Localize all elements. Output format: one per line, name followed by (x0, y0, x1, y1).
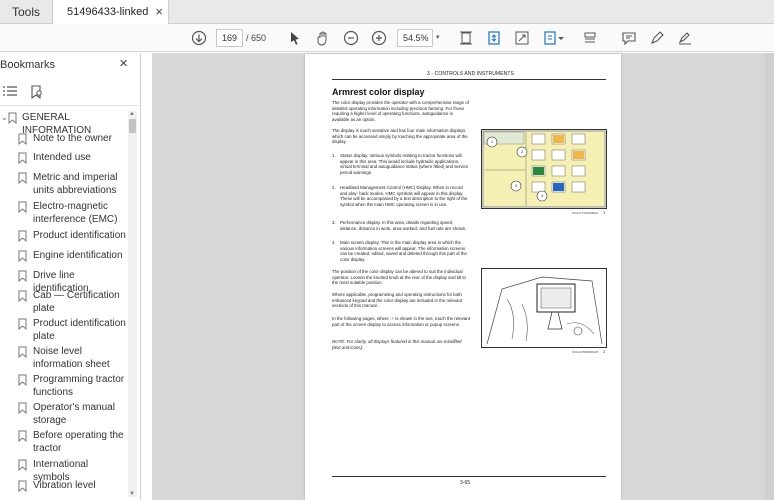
tab-tools[interactable]: Tools (0, 0, 52, 24)
figure-number: 2 (603, 349, 606, 354)
footer-rule (332, 476, 606, 477)
page-header: 3 - CONTROLS AND INSTRUMENTS (427, 71, 514, 77)
callout-number: 1 (491, 139, 494, 144)
bookmark-icon (18, 152, 27, 165)
bookmark-icon (18, 318, 27, 331)
bookmarks-title: Bookmarks (0, 59, 56, 71)
scroll-up-icon[interactable]: ▲ (129, 111, 135, 117)
pdf-page: 3 - CONTROLS AND INSTRUMENTS Armrest col… (305, 54, 621, 500)
callout-number: 3 (515, 183, 518, 188)
bookmark-icon (18, 270, 27, 283)
list-number: 2. (332, 185, 336, 190)
bookmark-icon (18, 172, 27, 185)
page-display-dropdown-icon[interactable] (557, 29, 565, 47)
paragraph-touch-symbol: In the following pages, where ☞ is shown… (332, 316, 470, 327)
zoom-in-icon[interactable] (370, 29, 388, 47)
list-text: Headland Management Control (HMC) Displa… (340, 185, 468, 207)
page-number-input[interactable]: 169 (216, 29, 243, 47)
bookmark-icon (18, 290, 27, 303)
tab-close-icon[interactable]: × (155, 0, 163, 24)
section-title: Armrest color display (332, 87, 425, 97)
bookmark-icon (18, 230, 27, 243)
figure-caption: SVIL17TR01098AA (572, 211, 599, 215)
toolbar: 169 / 650 54.5% ▾ (0, 24, 774, 52)
bookmark-label: Engine identification (33, 250, 123, 261)
bookmark-label: Before operating the tractor (33, 430, 124, 454)
bookmark-label: Product identification (33, 230, 126, 241)
display-screen-illustration (482, 130, 606, 208)
paragraph-position: The position of the color display can be… (332, 269, 467, 286)
previous-page-icon[interactable] (190, 29, 208, 47)
bookmark-label: Product identification plate (33, 318, 126, 342)
list-number: 4. (332, 240, 336, 245)
bookmark-label: Electro-magnetic interference (EMC) (33, 201, 118, 225)
bookmark-icon (18, 346, 27, 359)
document-scrollbar[interactable] (765, 53, 774, 500)
figure-cab-display (481, 268, 607, 348)
find-bookmark-icon[interactable] (30, 85, 44, 102)
tab-bar: Tools 51496433-linked pd... × (0, 0, 774, 42)
bookmark-icon (18, 459, 27, 472)
callout-number: 2 (521, 149, 524, 154)
list-text: Main screen display. This is the main di… (340, 240, 467, 262)
figure-number: 1 (603, 210, 606, 215)
bookmark-label: Note to the owner (33, 133, 112, 144)
header-rule (332, 79, 606, 80)
bookmark-icon (18, 250, 27, 263)
scrollbar-thumb[interactable] (129, 119, 136, 133)
zoom-dropdown-icon[interactable]: ▾ (436, 33, 440, 41)
bookmark-icon (18, 480, 27, 493)
list-text: Performance display. In this area, detai… (340, 220, 467, 231)
list-number: 1. (332, 153, 336, 158)
expand-chevron-icon[interactable]: ⌄ (1, 113, 8, 122)
bookmark-label: Programming tractor functions (33, 374, 125, 398)
bookmarks-scrollbar[interactable]: ▲ ▼ (128, 111, 137, 497)
figure-caption: SVIL11TR00000AB (572, 350, 598, 354)
read-mode-icon[interactable] (581, 29, 599, 47)
paragraph-touch: The display is touch sensitive and has f… (332, 128, 468, 145)
bookmark-icon (8, 112, 17, 125)
bookmark-label: Operator's manual storage (33, 402, 115, 426)
bookmark-icon (18, 201, 27, 214)
comment-icon[interactable] (620, 29, 638, 47)
callout-number: 4 (541, 193, 544, 198)
page-number: 3-65 (460, 480, 471, 486)
bookmark-icon (18, 133, 27, 146)
note-text: NOTE: For clarity, all displays featured… (332, 339, 462, 350)
scroll-mode-icon[interactable] (485, 29, 503, 47)
cab-display-illustration (486, 276, 603, 345)
list-number: 3. (332, 220, 336, 225)
fit-page-icon[interactable] (457, 29, 475, 47)
bookmark-label: Metric and imperial units abbreviations (33, 172, 118, 196)
bookmark-label: Noise level information sheet (33, 346, 110, 370)
paragraph-intro: The color display provides the operator … (332, 100, 469, 122)
close-panel-icon[interactable]: × (119, 55, 128, 72)
bookmark-label: Intended use (33, 152, 91, 163)
highlight-pen-icon[interactable] (648, 29, 666, 47)
bookmark-icon (18, 430, 27, 443)
list-text: Status display. Various symbols relating… (340, 153, 469, 175)
bookmark-options-icon[interactable] (2, 85, 18, 100)
bookmarks-panel: Bookmarks × ⌄ GENERAL INFORMATION Note t… (0, 53, 141, 500)
bookmark-label: Vibration level (33, 480, 96, 491)
bookmark-icon (18, 374, 27, 387)
full-screen-icon[interactable] (513, 29, 531, 47)
figure-display-screen: 1 2 3 4 (481, 129, 607, 209)
panel-divider (0, 105, 140, 106)
paragraph-programming: Where applicable, programming and operat… (332, 292, 463, 309)
page-total: / 650 (246, 33, 267, 43)
scroll-down-icon[interactable]: ▼ (129, 491, 135, 497)
document-viewport[interactable]: 3 - CONTROLS AND INSTRUMENTS Armrest col… (152, 53, 774, 500)
bookmark-label: Cab — Certification plate (33, 290, 120, 314)
zoom-level-input[interactable]: 54.5% (397, 29, 433, 47)
tab-document[interactable]: 51496433-linked pd... × (52, 0, 169, 42)
hand-tool-icon[interactable] (314, 29, 332, 47)
zoom-out-icon[interactable] (342, 29, 360, 47)
select-pointer-icon[interactable] (286, 29, 304, 47)
sign-icon[interactable] (676, 29, 694, 47)
bookmark-icon (18, 402, 27, 415)
